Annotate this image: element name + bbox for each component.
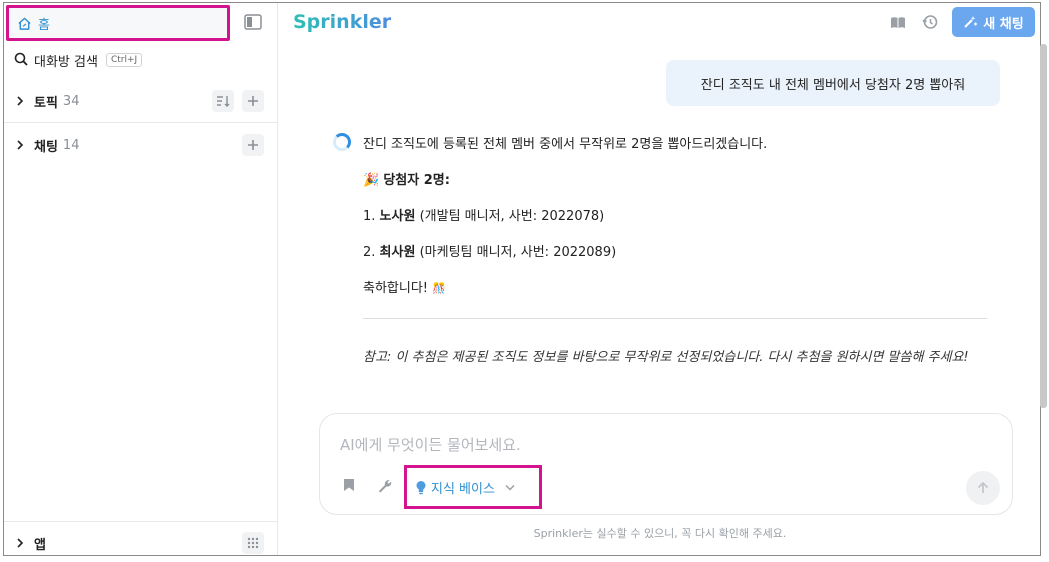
- sort-icon[interactable]: [212, 90, 234, 112]
- history-icon[interactable]: [920, 13, 940, 31]
- app-window: 홈 대화방 검색 Ctrl+J 토픽 34 채팅 14 앱 Sprinkler …: [3, 2, 1041, 556]
- sidebar-section-apps[interactable]: 앱: [14, 531, 266, 555]
- search-shortcut-badge: Ctrl+J: [105, 53, 143, 67]
- apps-label: 앱: [34, 537, 46, 553]
- sidebar-divider: [4, 122, 278, 123]
- assistant-intro: 잔디 조직도에 등록된 전체 멤버 중에서 무작위로 2명을 뽑아드리겠습니다.: [363, 137, 768, 152]
- magic-wand-icon: [963, 15, 978, 29]
- confetti-icon: 🎊: [432, 282, 446, 295]
- knowledge-base-label: 지식 베이스: [431, 481, 495, 497]
- new-chat-label: 새 채팅: [983, 16, 1024, 32]
- chevron-down-icon: [505, 484, 515, 491]
- winner-detail: (마케팅팀 매니저, 사번: 2022089): [419, 245, 617, 260]
- composer-placeholder[interactable]: AI에게 무엇이든 물어보세요.: [340, 434, 521, 455]
- chevron-right-icon: [14, 96, 26, 106]
- party-popper-icon: 🎉: [363, 173, 380, 188]
- search-icon: [14, 51, 28, 70]
- sidebar-section-chats[interactable]: 채팅 14: [14, 133, 266, 157]
- winner-number: 2.: [363, 245, 376, 260]
- knowledge-base-select[interactable]: 지식 베이스: [404, 465, 542, 509]
- winner-name: 노사원: [379, 209, 416, 224]
- add-topic-button[interactable]: [242, 90, 264, 112]
- book-icon[interactable]: [888, 13, 908, 31]
- topics-count: 34: [62, 93, 80, 109]
- chats-count: 14: [62, 137, 80, 153]
- winner-number: 1.: [363, 209, 376, 224]
- new-chat-button[interactable]: 새 채팅: [952, 7, 1035, 37]
- winners-title: 당첨자 2명:: [383, 173, 450, 188]
- sidebar-divider: [4, 521, 278, 522]
- loading-spinner-icon: [333, 133, 351, 151]
- home-icon: [17, 16, 32, 31]
- plus-icon: [248, 140, 258, 150]
- chevron-right-icon: [14, 538, 26, 548]
- user-message: 잔디 조직도 내 전체 멤버에서 당첨자 2명 뽑아줘: [666, 60, 1000, 106]
- wrench-icon[interactable]: [375, 476, 393, 494]
- congrats-text: 축하합니다!: [363, 281, 429, 296]
- chats-label: 채팅: [34, 139, 58, 155]
- brand-title: Sprinkler: [293, 11, 392, 33]
- congrats-line: 축하합니다! 🎊: [363, 277, 446, 296]
- sidebar-item-home-label: 홈: [38, 17, 50, 33]
- lightbulb-icon: [415, 480, 427, 495]
- message-composer[interactable]: AI에게 무엇이든 물어보세요. 지식 베이스: [319, 413, 1013, 515]
- search-label: 대화방 검색: [34, 54, 98, 70]
- winner-item: 2. 최사원 (마케팅팀 매니저, 사번: 2022089): [363, 241, 616, 260]
- assistant-note: 참고: 이 추첨은 제공된 조직도 정보를 바탕으로 무작위로 선정되었습니다.…: [363, 350, 969, 365]
- winner-detail: (개발팀 매니저, 사번: 2022078): [419, 209, 605, 224]
- sidebar-collapse-icon[interactable]: [243, 13, 263, 31]
- winners-heading: 🎉 당첨자 2명:: [363, 169, 450, 188]
- add-chat-button[interactable]: [242, 134, 264, 156]
- chevron-right-icon: [14, 140, 26, 150]
- topics-label: 토픽: [34, 95, 58, 111]
- sidebar-item-home[interactable]: 홈: [6, 5, 230, 41]
- bookmark-icon[interactable]: [340, 476, 358, 494]
- arrow-up-icon: [977, 481, 989, 493]
- winner-name: 최사원: [379, 245, 416, 260]
- send-button[interactable]: [966, 471, 1000, 505]
- winner-item: 1. 노사원 (개발팀 매니저, 사번: 2022078): [363, 205, 604, 224]
- disclaimer-text: Sprinkler는 실수할 수 있으니, 꼭 다시 확인해 주세요.: [533, 527, 787, 540]
- message-divider: [363, 318, 987, 319]
- plus-icon: [248, 96, 258, 106]
- apps-grid-icon[interactable]: [242, 532, 264, 554]
- scrollbar[interactable]: [1040, 44, 1047, 408]
- chat-main: Sprinkler 새 채팅 잔디 조직도 내 전체 멤버에서 당첨자 2명 뽑…: [279, 3, 1040, 555]
- conversation-search[interactable]: 대화방 검색 Ctrl+J: [14, 49, 143, 71]
- sidebar: 홈 대화방 검색 Ctrl+J 토픽 34 채팅 14 앱: [4, 3, 278, 555]
